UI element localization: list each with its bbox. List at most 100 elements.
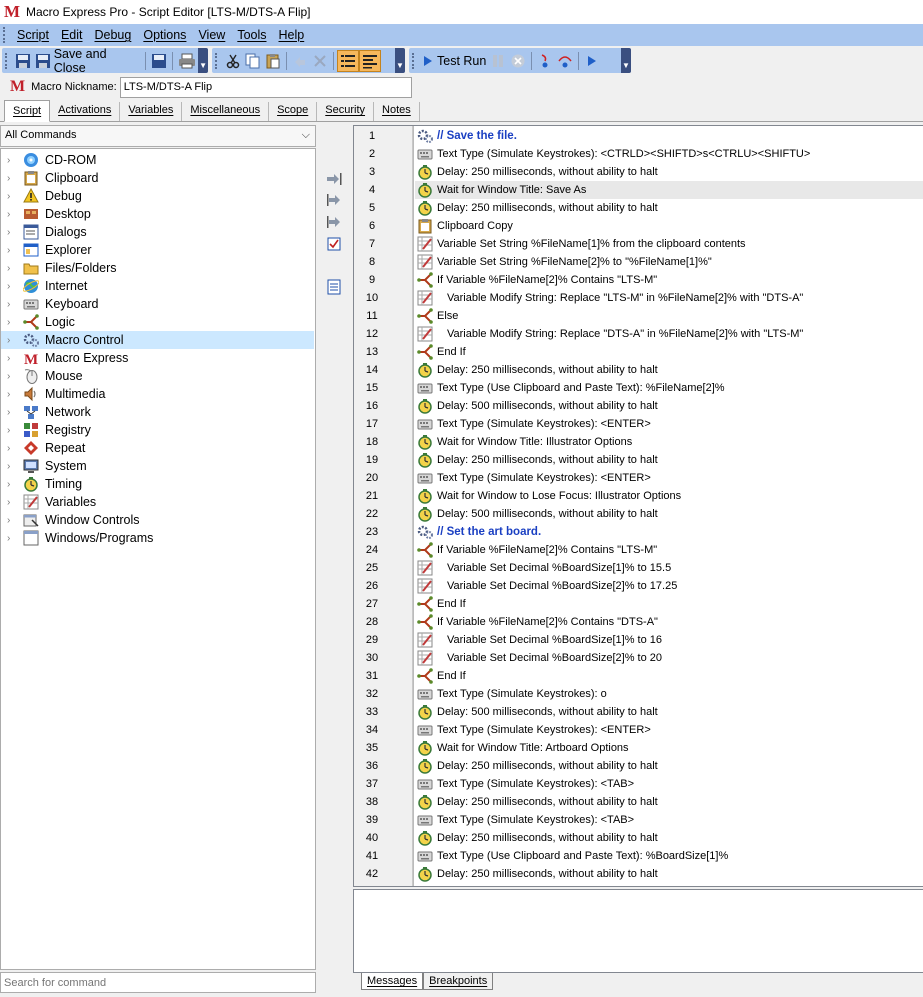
- chevron-right-icon[interactable]: ›: [7, 533, 19, 544]
- step-over-button[interactable]: [555, 50, 575, 72]
- script-line[interactable]: 9 If Variable %FileName[2]% Contains "LTS…: [354, 271, 923, 289]
- menu-tools[interactable]: Tools: [231, 28, 272, 42]
- command-category-repeat[interactable]: › Repeat: [1, 439, 315, 457]
- chevron-right-icon[interactable]: ›: [7, 263, 19, 274]
- script-line[interactable]: 21 Wait for Window to Lose Focus: Illustr…: [354, 487, 923, 505]
- chevron-right-icon[interactable]: ›: [7, 425, 19, 436]
- pause-button[interactable]: [488, 50, 508, 72]
- chevron-right-icon[interactable]: ›: [7, 173, 19, 184]
- script-line[interactable]: 35 Wait for Window Title: Artboard Option…: [354, 739, 923, 757]
- script-line[interactable]: 33 Delay: 500 milliseconds, without abili…: [354, 703, 923, 721]
- insert-before-button[interactable]: [324, 191, 344, 209]
- tab-miscellaneous[interactable]: Miscellaneous: [182, 102, 270, 121]
- script-line[interactable]: 2 Text Type (Simulate Keystrokes): <CTRLD…: [354, 145, 923, 163]
- script-line[interactable]: 17 Text Type (Simulate Keystrokes): <ENTE…: [354, 415, 923, 433]
- insert-command-button[interactable]: [324, 170, 344, 188]
- menu-view[interactable]: View: [192, 28, 231, 42]
- command-category-dialogs[interactable]: › Dialogs: [1, 223, 315, 241]
- chevron-right-icon[interactable]: ›: [7, 461, 19, 472]
- nickname-input[interactable]: [119, 76, 412, 98]
- script-line[interactable]: 3 Delay: 250 milliseconds, without abilit…: [354, 163, 923, 181]
- save-button[interactable]: [13, 50, 33, 72]
- script-line[interactable]: 27 End If: [354, 595, 923, 613]
- script-editor[interactable]: 1 // Save the file. 2 Text Type (Simulate K…: [353, 125, 923, 887]
- command-category-desktop[interactable]: › Desktop: [1, 205, 315, 223]
- command-category-macro-control[interactable]: › Macro Control: [1, 331, 314, 349]
- menu-debug[interactable]: Debug: [89, 28, 138, 42]
- command-category-keyboard[interactable]: › Keyboard: [1, 295, 315, 313]
- command-category-registry[interactable]: › Registry: [1, 421, 315, 439]
- undo-button[interactable]: [290, 50, 310, 72]
- script-line[interactable]: 12 Variable Modify String: Replace "DTS-A…: [354, 325, 923, 343]
- script-line[interactable]: 5 Delay: 250 milliseconds, without abilit…: [354, 199, 923, 217]
- script-line[interactable]: 41 Text Type (Use Clipboard and Paste Tex…: [354, 847, 923, 865]
- script-line[interactable]: 30 Variable Set Decimal %BoardSize[2]% to…: [354, 649, 923, 667]
- chevron-right-icon[interactable]: ›: [7, 155, 19, 166]
- tab-breakpoints[interactable]: Breakpoints: [423, 973, 494, 990]
- script-line[interactable]: 13 End If: [354, 343, 923, 361]
- script-line[interactable]: 38 Delay: 250 milliseconds, without abili…: [354, 793, 923, 811]
- script-line[interactable]: 34 Text Type (Simulate Keystrokes): <ENTE…: [354, 721, 923, 739]
- script-line[interactable]: 1 // Save the file.: [354, 127, 923, 145]
- command-category-internet[interactable]: › Internet: [1, 277, 315, 295]
- chevron-right-icon[interactable]: ›: [7, 191, 19, 202]
- script-line[interactable]: 11 Else: [354, 307, 923, 325]
- command-category-mouse[interactable]: › Mouse: [1, 367, 315, 385]
- chevron-right-icon[interactable]: ›: [7, 371, 19, 382]
- chevron-right-icon[interactable]: ›: [7, 407, 19, 418]
- script-line[interactable]: 15 Text Type (Use Clipboard and Paste Tex…: [354, 379, 923, 397]
- chevron-right-icon[interactable]: ›: [7, 389, 19, 400]
- paste-button[interactable]: [263, 50, 283, 72]
- chevron-right-icon[interactable]: ›: [7, 209, 19, 220]
- save-and-close-button[interactable]: Save and Close: [33, 47, 143, 75]
- command-category-window-controls[interactable]: › Window Controls: [1, 511, 315, 529]
- chevron-right-icon[interactable]: ›: [7, 353, 19, 364]
- checklist-button[interactable]: [324, 235, 344, 253]
- script-line[interactable]: 39 Text Type (Simulate Keystrokes): <TAB>: [354, 811, 923, 829]
- script-line[interactable]: 37 Text Type (Simulate Keystrokes): <TAB>: [354, 775, 923, 793]
- script-line[interactable]: 14 Delay: 250 milliseconds, without abili…: [354, 361, 923, 379]
- chevron-right-icon[interactable]: ›: [7, 443, 19, 454]
- script-line[interactable]: 26 Variable Set Decimal %BoardSize[2]% to…: [354, 577, 923, 595]
- command-category-network[interactable]: › Network: [1, 403, 315, 421]
- insert-after-button[interactable]: [324, 213, 344, 231]
- chevron-right-icon[interactable]: ›: [7, 299, 19, 310]
- chevron-right-icon[interactable]: ›: [7, 479, 19, 490]
- view-text-button[interactable]: [359, 49, 381, 72]
- script-line[interactable]: 25 Variable Set Decimal %BoardSize[1]% to…: [354, 559, 923, 577]
- chevron-right-icon[interactable]: ›: [7, 515, 19, 526]
- menu-help[interactable]: Help: [273, 28, 311, 42]
- tab-script[interactable]: Script: [4, 100, 51, 122]
- script-line[interactable]: 22 Delay: 500 milliseconds, without abili…: [354, 505, 923, 523]
- script-line[interactable]: 19 Delay: 250 milliseconds, without abili…: [354, 451, 923, 469]
- script-line[interactable]: 8 Variable Set String %FileName[2]% to "%…: [354, 253, 923, 271]
- script-line[interactable]: 42 Delay: 250 milliseconds, without abili…: [354, 865, 923, 883]
- script-line[interactable]: 18 Wait for Window Title: Illustrator Opt…: [354, 433, 923, 451]
- script-line[interactable]: 40 Delay: 250 milliseconds, without abili…: [354, 829, 923, 847]
- test-run-button[interactable]: Test Run: [420, 50, 488, 72]
- menu-options[interactable]: Options: [137, 28, 192, 42]
- print-button[interactable]: [176, 50, 198, 72]
- search-input[interactable]: [0, 972, 316, 993]
- run-to-cursor-button[interactable]: [582, 50, 602, 72]
- chevron-right-icon[interactable]: ›: [7, 497, 19, 508]
- script-line[interactable]: 4 Wait for Window Title: Save As: [354, 181, 923, 199]
- tab-variables[interactable]: Variables: [120, 102, 183, 121]
- delete-button[interactable]: [310, 50, 330, 72]
- command-category-variables[interactable]: › Variables: [1, 493, 315, 511]
- chevron-right-icon[interactable]: ›: [7, 245, 19, 256]
- step-into-button[interactable]: [535, 50, 555, 72]
- script-line[interactable]: 16 Delay: 500 milliseconds, without abili…: [354, 397, 923, 415]
- toolbar-overflow-chevron[interactable]: ▼: [198, 48, 208, 73]
- command-category-logic[interactable]: › Logic: [1, 313, 315, 331]
- command-category-explorer[interactable]: › Explorer: [1, 241, 315, 259]
- script-line[interactable]: 28 If Variable %FileName[2]% Contains "DT…: [354, 613, 923, 631]
- command-category-debug[interactable]: › Debug: [1, 187, 315, 205]
- script-line[interactable]: 7 Variable Set String %FileName[1]% from …: [354, 235, 923, 253]
- save-all-button[interactable]: [149, 50, 169, 72]
- command-category-system[interactable]: › System: [1, 457, 315, 475]
- grip-handle[interactable]: [5, 52, 9, 69]
- chevron-right-icon[interactable]: ›: [7, 317, 19, 328]
- tab-scope[interactable]: Scope: [269, 102, 318, 121]
- script-line[interactable]: 31 End If: [354, 667, 923, 685]
